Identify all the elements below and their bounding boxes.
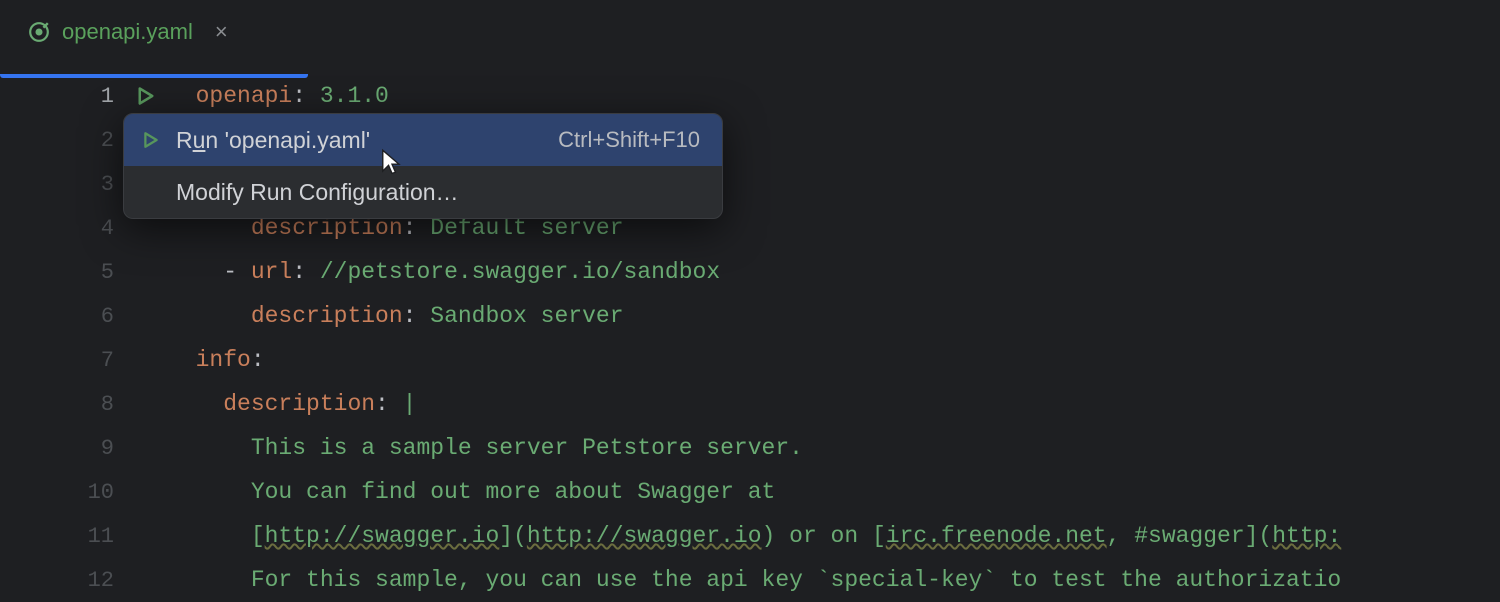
line-number: 6 [0, 294, 168, 338]
close-icon[interactable]: × [211, 19, 232, 45]
code-line[interactable]: This is a sample server Petstore server. [168, 426, 1500, 470]
play-icon [140, 129, 162, 151]
tab-bar: openapi.yaml × [0, 0, 1500, 64]
code-line[interactable]: info: [168, 338, 1500, 382]
code-line[interactable]: [http://swagger.io](http://swagger.io) o… [168, 514, 1500, 558]
line-number: 8 [0, 382, 168, 426]
code-line[interactable]: openapi: 3.1.0 [168, 74, 1500, 118]
menu-label: Modify Run Configuration… [176, 179, 700, 206]
menu-item-run[interactable]: Run 'openapi.yaml' Ctrl+Shift+F10 [124, 114, 722, 166]
line-number: 9 [0, 426, 168, 470]
menu-label: Run 'openapi.yaml' [176, 127, 544, 154]
active-tab-indicator [0, 74, 308, 78]
line-number: 5 [0, 250, 168, 294]
line-number: 7 [0, 338, 168, 382]
run-gutter-icon[interactable] [134, 84, 158, 108]
menu-item-modify-run-config[interactable]: Modify Run Configuration… [124, 166, 722, 218]
tab-filename: openapi.yaml [62, 19, 193, 45]
line-number: 10 [0, 470, 168, 514]
code-line[interactable]: description: | [168, 382, 1500, 426]
code-line[interactable]: For this sample, you can use the api key… [168, 558, 1500, 602]
code-line[interactable]: description: Sandbox server [168, 294, 1500, 338]
code-line[interactable]: You can find out more about Swagger at [168, 470, 1500, 514]
code-line[interactable]: - url: //petstore.swagger.io/sandbox [168, 250, 1500, 294]
menu-shortcut: Ctrl+Shift+F10 [558, 127, 700, 153]
context-menu: Run 'openapi.yaml' Ctrl+Shift+F10 Modify R… [123, 113, 723, 219]
tab-openapi[interactable]: openapi.yaml × [14, 11, 246, 53]
openapi-file-icon [28, 21, 50, 43]
line-number: 11 [0, 514, 168, 558]
line-number: 1 [0, 74, 168, 118]
line-number: 12 [0, 558, 168, 602]
